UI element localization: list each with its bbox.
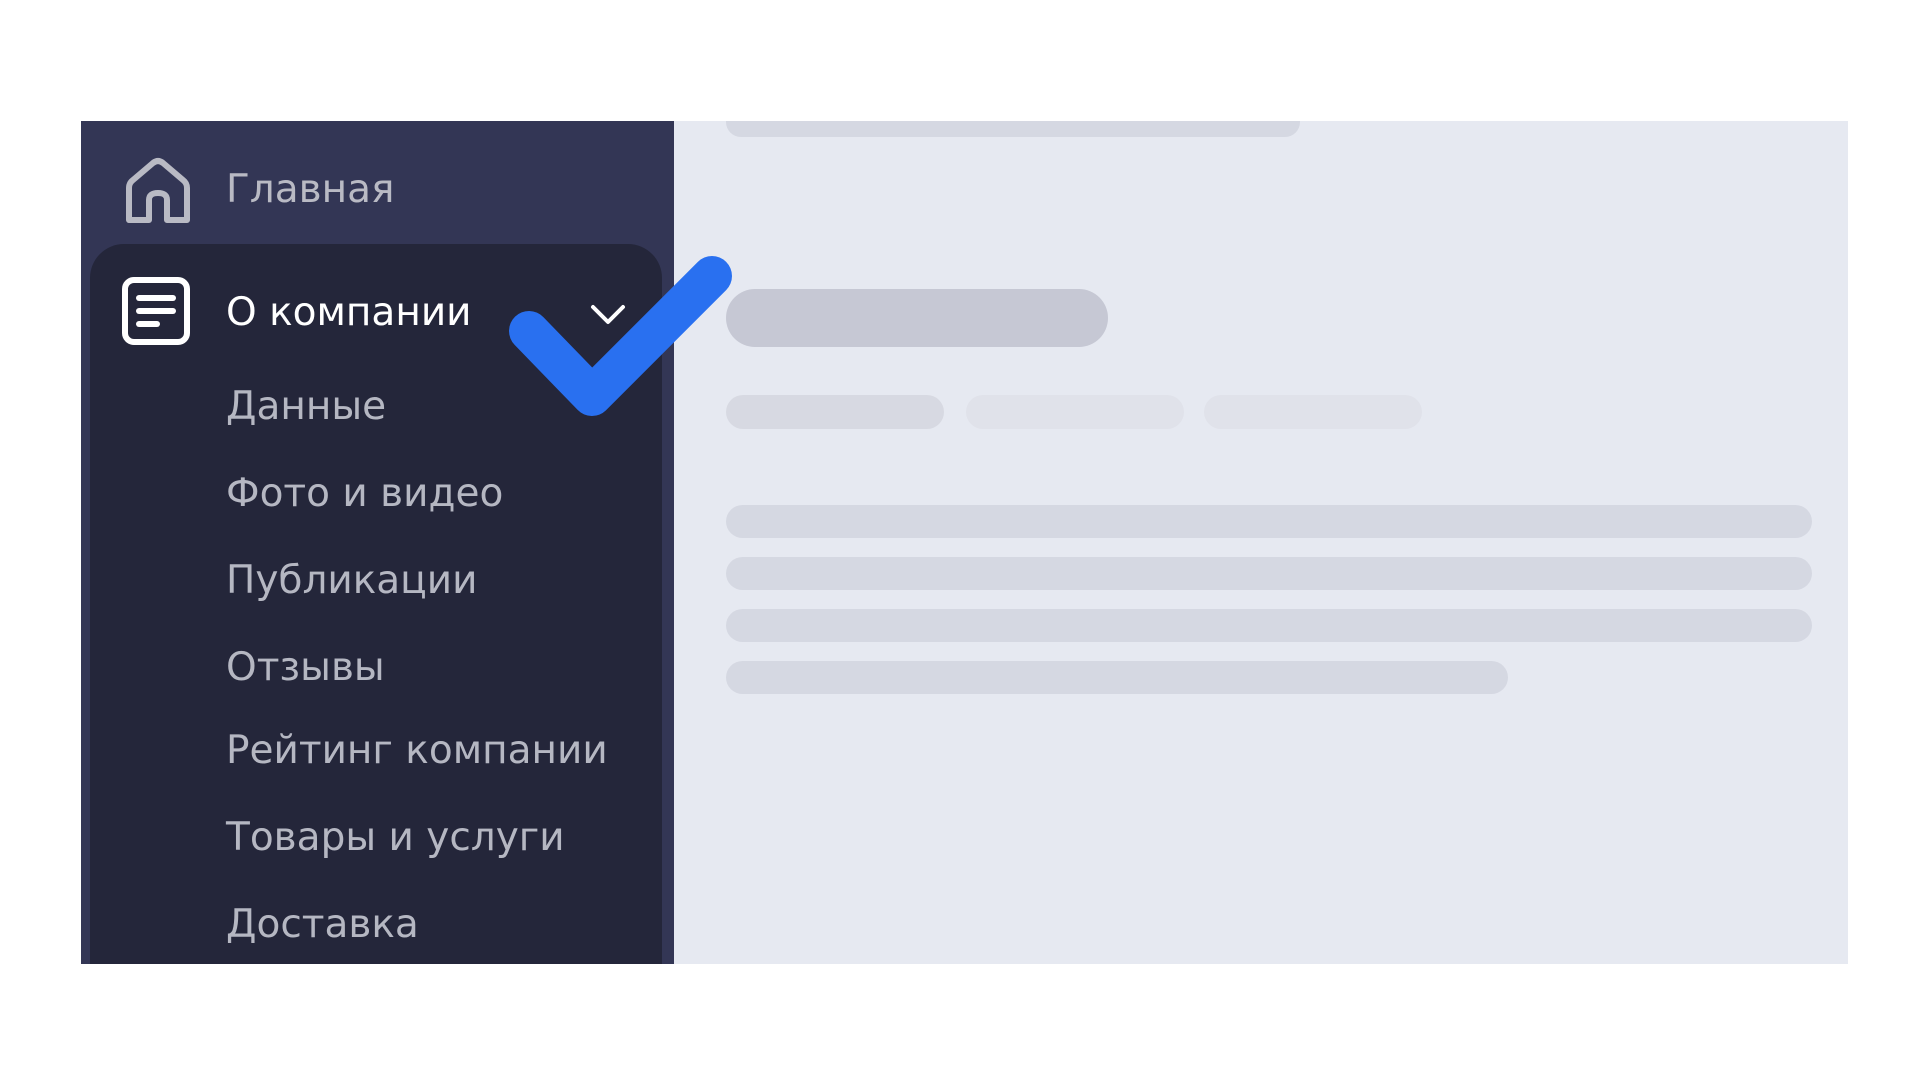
- sidebar-item-company[interactable]: О компании: [90, 244, 662, 362]
- skeleton-line: [726, 557, 1812, 590]
- sidebar: Главная О компании Данные Фото и видео П…: [81, 121, 674, 964]
- sidebar-subitem-delivery[interactable]: Доставка: [226, 894, 646, 956]
- skeleton-chip: [726, 395, 944, 429]
- content-area: [674, 121, 1848, 964]
- skeleton-line: [726, 609, 1812, 642]
- sidebar-subitem-photo-video[interactable]: Фото и видео: [226, 463, 646, 525]
- home-icon: [121, 154, 195, 228]
- skeleton-line: [726, 121, 1300, 137]
- sidebar-item-label: Главная: [226, 167, 395, 212]
- app-frame: Главная О компании Данные Фото и видео П…: [81, 121, 1848, 964]
- sidebar-subitem-data[interactable]: Данные: [226, 376, 646, 438]
- sidebar-subitem-reviews[interactable]: Отзывы: [226, 637, 646, 699]
- sidebar-subitem-goods-services[interactable]: Товары и услуги: [226, 807, 646, 869]
- skeleton-line: [726, 661, 1508, 694]
- sidebar-subitem-publications[interactable]: Публикации: [226, 550, 646, 612]
- sidebar-section-company: О компании Данные Фото и видео Публикаци…: [90, 244, 662, 964]
- skeleton-title: [726, 289, 1108, 347]
- skeleton-chip: [1204, 395, 1422, 429]
- chevron-down-icon[interactable]: [590, 304, 626, 326]
- skeleton-line: [726, 505, 1812, 538]
- sidebar-item-label: О компании: [226, 290, 472, 335]
- sidebar-subitem-rating[interactable]: Рейтинг компании: [226, 720, 646, 782]
- sidebar-item-home[interactable]: Главная: [81, 137, 674, 241]
- document-icon: [121, 276, 191, 346]
- skeleton-chip: [966, 395, 1184, 429]
